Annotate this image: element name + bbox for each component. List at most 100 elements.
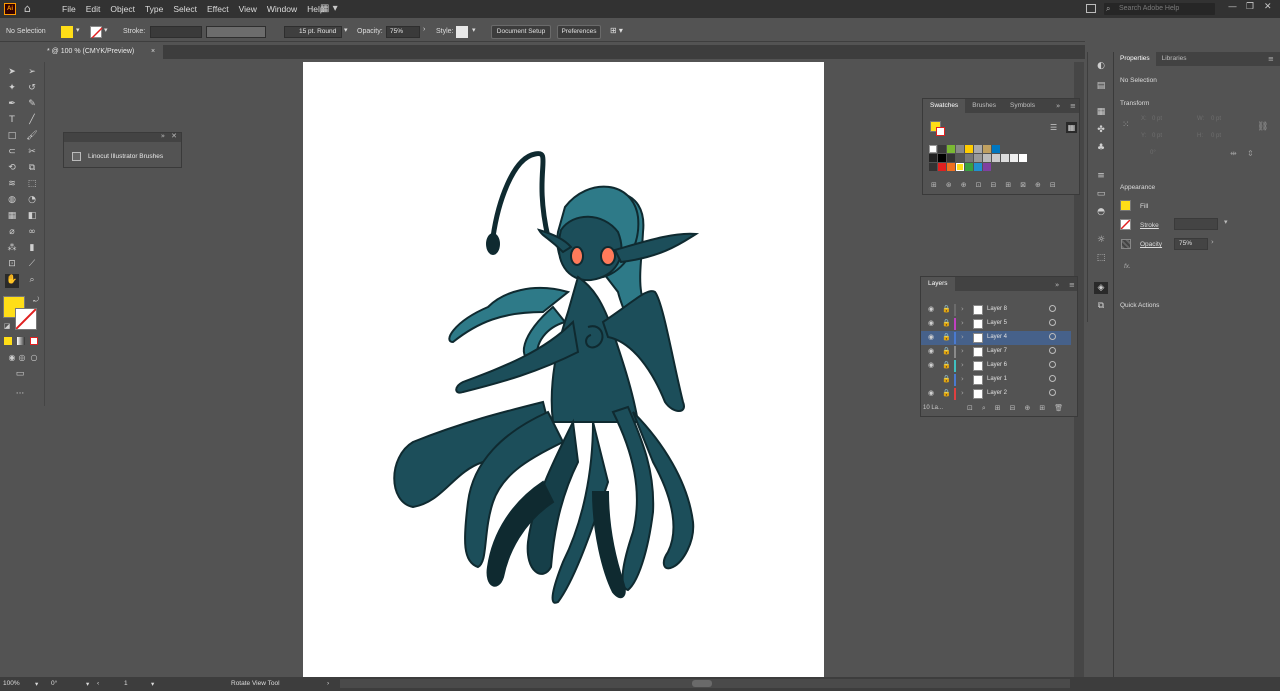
lock-icon[interactable]: 🔒 bbox=[942, 305, 951, 313]
fill-label[interactable]: Fill bbox=[1140, 203, 1148, 210]
layers-icon[interactable]: ◈ bbox=[1094, 282, 1108, 294]
appearance-icon[interactable]: ☼ bbox=[1094, 234, 1108, 246]
x-field[interactable]: 0 pt bbox=[1152, 116, 1162, 122]
target-icon[interactable] bbox=[1049, 375, 1056, 382]
visibility-eye-icon[interactable]: ◉ bbox=[928, 305, 934, 313]
fill-swatch[interactable] bbox=[1120, 200, 1131, 211]
rotate-view-tool-icon[interactable]: ✋ bbox=[5, 274, 19, 288]
stroke-label[interactable]: Stroke bbox=[1140, 222, 1159, 229]
h-field[interactable]: 0 pt bbox=[1211, 133, 1221, 139]
draw-behind-icon[interactable]: ◎ bbox=[16, 352, 28, 364]
w-field[interactable]: 0 pt bbox=[1211, 116, 1221, 122]
visibility-eye-icon[interactable]: ◉ bbox=[928, 347, 934, 355]
chevron-down-icon[interactable]: ▾ bbox=[35, 680, 38, 688]
blend-tool-icon[interactable]: ∞ bbox=[26, 226, 38, 238]
transparency-icon[interactable]: ◓ bbox=[1094, 206, 1108, 218]
artboards-icon[interactable]: ⧉ bbox=[1094, 300, 1108, 312]
list-view-icon[interactable]: ☰ bbox=[1050, 123, 1057, 132]
line-tool-icon[interactable]: ╱ bbox=[26, 114, 38, 126]
column-graph-tool-icon[interactable]: ▮ bbox=[26, 242, 38, 254]
expand-arrow-icon[interactable]: › bbox=[961, 389, 964, 397]
tab-properties[interactable]: Properties bbox=[1114, 52, 1156, 66]
symbol-sprayer-tool-icon[interactable]: ⁂ bbox=[6, 242, 18, 254]
color-mode-icon[interactable] bbox=[4, 337, 12, 345]
stroke-weight-field[interactable] bbox=[150, 26, 202, 38]
scissors-tool-icon[interactable]: ✂ bbox=[26, 146, 38, 158]
layer-name[interactable]: Layer 8 bbox=[987, 306, 1007, 312]
expand-arrow-icon[interactable]: › bbox=[961, 375, 964, 383]
perspective-grid-tool-icon[interactable]: ▦ bbox=[6, 210, 18, 222]
chevron-down-icon[interactable]: ▾ bbox=[104, 26, 108, 34]
layer-row[interactable]: 🔒 › Layer 1 bbox=[921, 373, 1071, 387]
brushes-icon[interactable]: ✤ bbox=[1094, 124, 1108, 136]
shaper-tool-icon[interactable]: ⊂ bbox=[6, 146, 18, 158]
flip-vertical-icon[interactable]: ⇕ bbox=[1247, 149, 1254, 158]
menu-type[interactable]: Type bbox=[140, 0, 168, 18]
menu-view[interactable]: View bbox=[234, 0, 262, 18]
close-tab-icon[interactable]: × bbox=[151, 45, 155, 59]
layer-row[interactable]: ◉ 🔒 › Layer 2 bbox=[921, 387, 1071, 401]
collapse-icon[interactable]: » bbox=[1055, 281, 1059, 289]
chevron-right-icon[interactable]: › bbox=[1211, 238, 1214, 246]
menu-object[interactable]: Object bbox=[105, 0, 140, 18]
selection-tool-icon[interactable]: ➤ bbox=[6, 66, 18, 78]
visibility-eye-icon[interactable]: ◉ bbox=[928, 319, 934, 327]
effects-icon[interactable]: fx. bbox=[1124, 263, 1131, 270]
home-icon[interactable]: ⌂ bbox=[24, 2, 31, 15]
type-tool-icon[interactable]: T bbox=[6, 114, 18, 126]
draw-inside-icon[interactable]: ○ bbox=[28, 352, 40, 364]
expand-arrow-icon[interactable]: › bbox=[961, 333, 964, 341]
collapse-icon[interactable]: » bbox=[1056, 102, 1060, 110]
lock-icon[interactable]: 🔒 bbox=[942, 333, 951, 341]
layer-row-selected[interactable]: ◉ 🔒 › Layer 4 bbox=[921, 331, 1071, 345]
expand-arrow-icon[interactable]: › bbox=[961, 347, 964, 355]
expand-arrow-icon[interactable]: › bbox=[961, 361, 964, 369]
horizontal-scrollbar[interactable] bbox=[340, 679, 1070, 688]
swatch-grid[interactable] bbox=[929, 145, 1041, 173]
menu-window[interactable]: Window bbox=[262, 0, 302, 18]
lock-icon[interactable]: 🔒 bbox=[942, 347, 951, 355]
zoom-level[interactable]: 100% bbox=[3, 680, 20, 687]
layer-row[interactable]: ◉ 🔒 › Layer 6 bbox=[921, 359, 1071, 373]
color-guide-icon[interactable]: ▤ bbox=[1094, 80, 1108, 92]
more-tools-icon[interactable]: ··· bbox=[14, 388, 26, 400]
gradient-mode-icon[interactable] bbox=[17, 337, 25, 345]
close-panel-icon[interactable]: ✕ bbox=[171, 132, 177, 140]
lasso-tool-icon[interactable]: ↺ bbox=[26, 82, 38, 94]
lock-icon[interactable]: 🔒 bbox=[942, 361, 951, 369]
curvature-tool-icon[interactable]: ✎ bbox=[26, 98, 38, 110]
target-icon[interactable] bbox=[1049, 333, 1056, 340]
swap-fill-stroke-icon[interactable]: ⤾ bbox=[30, 294, 42, 306]
chevron-down-icon[interactable]: ▾ bbox=[344, 26, 348, 34]
visibility-eye-icon[interactable]: ◉ bbox=[928, 361, 934, 369]
color-icon[interactable]: ◐ bbox=[1094, 60, 1108, 72]
layer-row[interactable]: ◉ 🔒 › Layer 5 bbox=[921, 317, 1071, 331]
panel-menu-icon[interactable]: ≡ bbox=[1069, 281, 1075, 289]
rotation-value[interactable]: 0° bbox=[51, 680, 57, 687]
variable-width-profile[interactable] bbox=[206, 26, 266, 38]
stroke-swatch[interactable] bbox=[1120, 219, 1131, 230]
rotate-field[interactable]: 0° bbox=[1150, 150, 1156, 156]
gradient-icon[interactable]: ▭ bbox=[1094, 188, 1108, 200]
layer-name[interactable]: Layer 6 bbox=[987, 362, 1007, 368]
layer-name[interactable]: Layer 4 bbox=[987, 334, 1007, 340]
panel-header[interactable]: » ✕ bbox=[64, 132, 181, 142]
layer-name[interactable]: Layer 1 bbox=[987, 376, 1007, 382]
direct-selection-tool-icon[interactable]: ➢ bbox=[26, 66, 38, 78]
panel-menu-icon[interactable]: ≡ bbox=[1070, 102, 1076, 110]
expand-arrow-icon[interactable]: › bbox=[961, 319, 964, 327]
help-search[interactable]: ⌕ Search Adobe Help bbox=[1104, 3, 1215, 15]
symbols-icon[interactable]: ♣ bbox=[1094, 142, 1108, 154]
chevron-down-icon[interactable]: ▾ bbox=[86, 680, 89, 688]
swatch-actions-icons[interactable]: ⊞⊛⊕⊡⊟⊞⊠⊕⊟ bbox=[931, 181, 1065, 189]
rotate-tool-icon[interactable]: ⟲ bbox=[6, 162, 18, 174]
menu-file[interactable]: File bbox=[57, 0, 81, 18]
visibility-eye-icon[interactable]: ◉ bbox=[928, 389, 934, 397]
chevron-right-icon[interactable]: › bbox=[327, 680, 329, 687]
paintbrush-tool-icon[interactable]: 🖌 bbox=[26, 130, 38, 142]
fill-swatch[interactable] bbox=[61, 26, 73, 38]
visibility-eye-icon[interactable]: ◉ bbox=[928, 333, 934, 341]
opacity-field[interactable]: 75% bbox=[386, 26, 420, 38]
align-icon[interactable]: ⊞ ▾ bbox=[610, 26, 623, 35]
warp-tool-icon[interactable]: ≋ bbox=[6, 178, 18, 190]
